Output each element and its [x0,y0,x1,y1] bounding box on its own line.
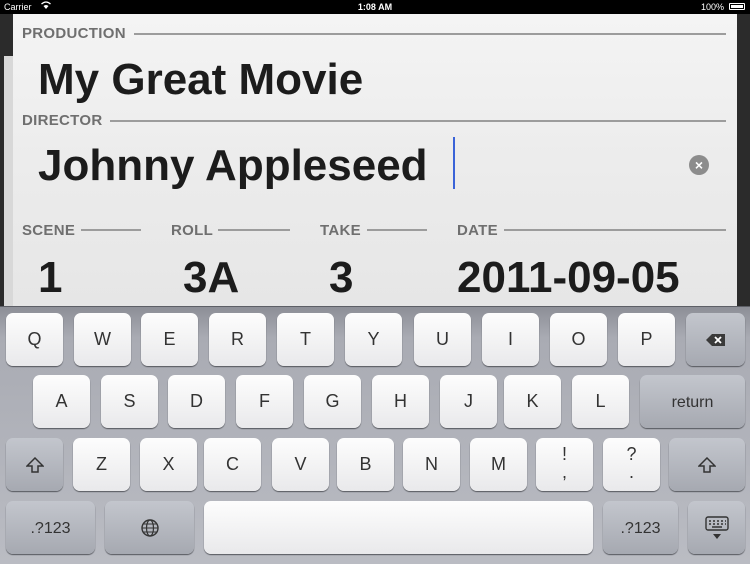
key-exclamation: ! [561,444,567,464]
date-rule [504,229,726,231]
shift-icon [697,454,717,474]
shift-key-left[interactable] [6,438,63,491]
clear-text-icon[interactable]: × [689,155,709,175]
key-i[interactable]: I [482,313,539,366]
take-field[interactable]: 3 [329,253,353,303]
key-n[interactable]: N [403,438,460,491]
director-label: DIRECTOR [22,112,103,129]
key-a[interactable]: A [33,375,90,428]
date-field[interactable]: 2011-09-05 [457,253,680,303]
key-l[interactable]: L [572,375,629,428]
roll-field[interactable]: 3A [183,253,239,303]
shift-icon [24,454,45,474]
key-m[interactable]: M [470,438,527,491]
globe-key[interactable] [105,501,194,554]
take-label: TAKE [320,222,361,239]
key-comma: , [561,462,567,482]
shift-key-right[interactable] [669,438,745,491]
key-k[interactable]: K [504,375,561,428]
keyboard-hide-icon [704,516,730,539]
roll-label: ROLL [171,222,214,239]
return-key[interactable]: return [640,375,745,428]
key-y[interactable]: Y [345,313,402,366]
key-q[interactable]: Q [6,313,63,366]
key-e[interactable]: E [141,313,198,366]
battery-percent: 100% [700,2,724,12]
numbers-key-left[interactable]: .?123 [6,501,95,554]
key-period: . [628,462,634,482]
numbers-key-label: .?123 [30,520,71,537]
director-rule [110,120,726,122]
battery-icon [729,3,745,10]
status-bar: Carrier 1:08 AM 100% [0,0,750,14]
key-question-period[interactable]: ? . [603,438,660,491]
date-label: DATE [457,222,498,239]
key-z[interactable]: Z [73,438,130,491]
key-j[interactable]: J [440,375,497,428]
scene-rule [81,229,141,231]
key-x[interactable]: X [140,438,197,491]
text-caret [453,137,455,189]
scene-label: SCENE [22,222,76,239]
delete-key[interactable] [686,313,745,366]
production-label: PRODUCTION [22,25,126,42]
roll-rule [218,229,290,231]
production-field[interactable]: My Great Movie [38,55,363,105]
key-g[interactable]: G [304,375,361,428]
director-field[interactable]: Johnny Appleseed [38,141,428,191]
production-rule [134,33,726,35]
status-time: 1:08 AM [357,2,393,12]
key-o[interactable]: O [550,313,607,366]
numbers-key-label: .?123 [620,520,661,537]
scene-field[interactable]: 1 [38,253,62,303]
return-key-label: return [671,394,714,411]
key-d[interactable]: D [168,375,225,428]
key-h[interactable]: H [372,375,429,428]
take-rule [367,229,427,231]
key-question: ? [626,444,637,464]
backspace-icon [705,329,727,349]
key-w[interactable]: W [74,313,131,366]
key-b[interactable]: B [337,438,394,491]
key-u[interactable]: U [414,313,471,366]
key-f[interactable]: F [236,375,293,428]
key-v[interactable]: V [272,438,329,491]
key-p[interactable]: P [618,313,675,366]
globe-icon [140,517,160,537]
numbers-key-right[interactable]: .?123 [603,501,678,554]
hide-keyboard-key[interactable] [688,501,745,554]
key-s[interactable]: S [101,375,158,428]
space-key[interactable] [204,501,593,554]
key-exclamation-comma[interactable]: ! , [536,438,593,491]
key-r[interactable]: R [209,313,266,366]
key-c[interactable]: C [204,438,261,491]
key-t[interactable]: T [277,313,334,366]
